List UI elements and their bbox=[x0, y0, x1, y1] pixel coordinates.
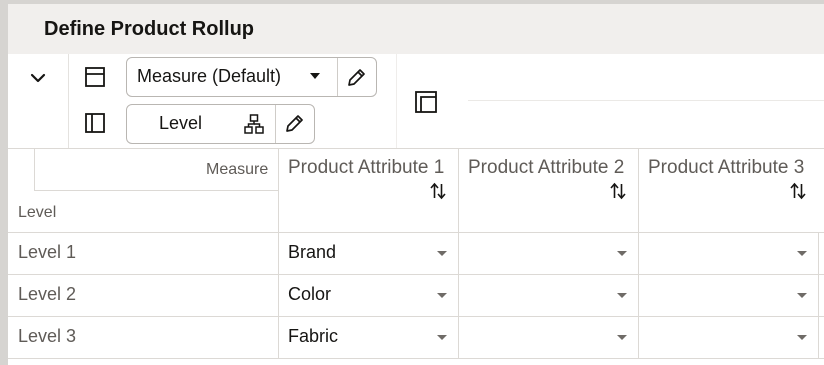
left-border bbox=[0, 0, 8, 365]
level-dimension-label: Level bbox=[18, 204, 57, 221]
sort-arrows-icon[interactable] bbox=[608, 181, 628, 201]
cell-value: Fabric bbox=[288, 326, 339, 346]
rows-field-button[interactable]: Level bbox=[126, 104, 315, 144]
row-layout-icon bbox=[85, 113, 105, 133]
caret-down-icon[interactable] bbox=[437, 251, 447, 256]
caret-down-icon[interactable] bbox=[797, 293, 807, 298]
pivot-divider bbox=[396, 54, 397, 148]
sort-arrows-icon[interactable] bbox=[788, 181, 808, 201]
column-header-product-attribute-3[interactable]: Product Attribute 3 bbox=[638, 148, 824, 232]
caret-down-icon[interactable] bbox=[617, 293, 627, 298]
caret-down-icon[interactable] bbox=[617, 335, 627, 340]
pivot-grid: Measure Level Product Attribute 1 Produc… bbox=[8, 148, 824, 365]
define-product-rollup-panel: Define Product Rollup Measure (Default) bbox=[0, 0, 824, 365]
columns-field-label: Measure (Default) bbox=[137, 66, 282, 86]
column-layout-icon bbox=[85, 67, 105, 87]
column-header-label: Product Attribute 2 bbox=[468, 157, 625, 178]
attribute-cell[interactable] bbox=[459, 233, 638, 274]
grid-line bbox=[8, 358, 824, 359]
attribute-cell[interactable] bbox=[459, 317, 638, 358]
rows-field-label: Level bbox=[159, 113, 203, 133]
row-header-level-3: Level 3 bbox=[18, 326, 77, 346]
attribute-cell[interactable] bbox=[459, 275, 638, 316]
field-separator bbox=[275, 105, 276, 143]
grid-line bbox=[818, 232, 819, 358]
attribute-cell[interactable] bbox=[639, 275, 818, 316]
cell-value: Color bbox=[288, 284, 332, 304]
row-header-level-1: Level 1 bbox=[18, 242, 77, 262]
page-title: Define Product Rollup bbox=[44, 18, 254, 40]
pivot-divider bbox=[68, 54, 69, 148]
caret-down-icon[interactable] bbox=[309, 72, 321, 80]
attribute-cell[interactable]: Fabric bbox=[279, 317, 458, 358]
attribute-cell[interactable]: Color bbox=[279, 275, 458, 316]
caret-down-icon[interactable] bbox=[437, 335, 447, 340]
toolbar-divider bbox=[468, 100, 824, 101]
caret-down-icon[interactable] bbox=[797, 251, 807, 256]
caret-down-icon[interactable] bbox=[437, 293, 447, 298]
column-header-label: Product Attribute 3 bbox=[648, 157, 805, 178]
column-header-product-attribute-2[interactable]: Product Attribute 2 bbox=[458, 148, 638, 232]
caret-down-icon[interactable] bbox=[617, 251, 627, 256]
pencil-icon[interactable] bbox=[283, 113, 305, 135]
pivot-corner-icon[interactable] bbox=[414, 90, 438, 114]
attribute-cell[interactable] bbox=[639, 233, 818, 274]
row-header-level-2: Level 2 bbox=[18, 284, 77, 304]
field-separator bbox=[337, 58, 338, 96]
measure-dimension-label: Measure bbox=[206, 161, 269, 178]
caret-down-icon[interactable] bbox=[797, 335, 807, 340]
attribute-cell[interactable] bbox=[639, 317, 818, 358]
cell-value: Brand bbox=[288, 242, 337, 262]
pencil-icon[interactable] bbox=[345, 67, 367, 89]
grid-line bbox=[34, 190, 278, 191]
hierarchy-icon bbox=[244, 114, 264, 134]
column-header-label: Product Attribute 1 bbox=[288, 157, 445, 178]
sort-arrows-icon[interactable] bbox=[428, 181, 448, 201]
column-header-product-attribute-1[interactable]: Product Attribute 1 bbox=[278, 148, 458, 232]
pivot-toolbar: Measure (Default) Level bbox=[8, 54, 824, 148]
title-bar: Define Product Rollup bbox=[8, 4, 824, 54]
chevron-down-icon[interactable] bbox=[28, 68, 48, 88]
attribute-cell[interactable]: Brand bbox=[279, 233, 458, 274]
columns-field-button[interactable]: Measure (Default) bbox=[126, 57, 377, 97]
collapse-toggle[interactable] bbox=[8, 54, 68, 148]
grid-line bbox=[34, 148, 35, 190]
